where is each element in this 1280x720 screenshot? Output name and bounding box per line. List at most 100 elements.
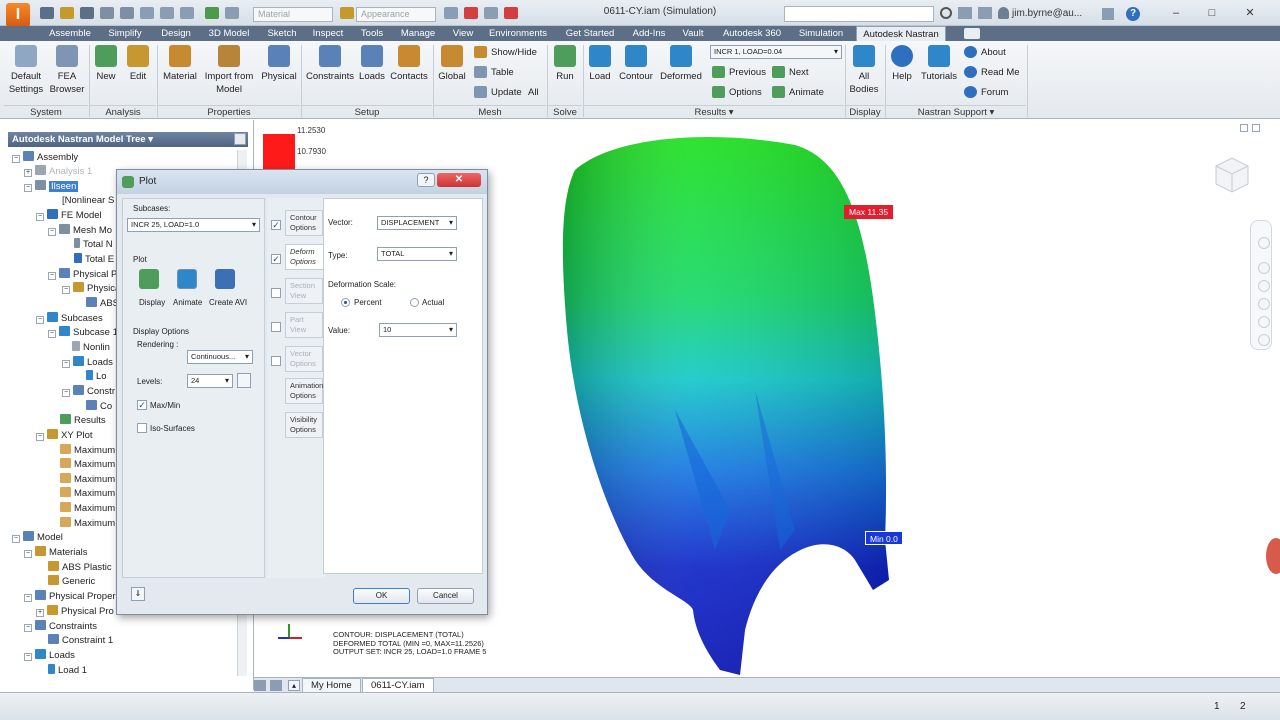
- tree-node[interactable]: − Physical Proper: [24, 590, 116, 604]
- tree-node[interactable]: Co: [86, 400, 112, 414]
- nav-menu-icon[interactable]: [1258, 334, 1270, 346]
- undo-icon[interactable]: [100, 7, 114, 19]
- tree-node[interactable]: − Mesh Mo: [48, 224, 112, 238]
- animate-plot-icon[interactable]: [177, 269, 197, 289]
- physical-button[interactable]: Physical: [260, 45, 298, 83]
- tab-get-started[interactable]: Get Started: [558, 26, 622, 41]
- exchange-icon[interactable]: [1102, 8, 1114, 20]
- collapse-icon[interactable]: −: [36, 433, 44, 441]
- doc-tab-my-home[interactable]: My Home: [302, 678, 361, 693]
- visibility-options-tab[interactable]: Visibility Options: [285, 412, 323, 438]
- expand-icon[interactable]: +: [36, 609, 44, 617]
- tab-3d-model[interactable]: 3D Model: [202, 26, 256, 41]
- collapse-icon[interactable]: −: [24, 184, 32, 192]
- ilogic-icon[interactable]: [504, 7, 518, 19]
- tab-simulation[interactable]: Simulation: [792, 26, 850, 41]
- tree-node[interactable]: − Constraints: [24, 620, 97, 634]
- viewport-home-icon[interactable]: [1240, 124, 1248, 132]
- tab-autodesk-360[interactable]: Autodesk 360: [716, 26, 788, 41]
- import-from-model-button[interactable]: Import from Model: [200, 45, 258, 96]
- tab-add-ins[interactable]: Add-Ins: [626, 26, 672, 41]
- deformed-button[interactable]: Deformed: [658, 45, 704, 83]
- tree-node[interactable]: − XY Plot: [36, 429, 93, 443]
- tab-options-icon[interactable]: [964, 28, 980, 39]
- tree-node[interactable]: Total N: [74, 238, 113, 252]
- tab-assemble[interactable]: Assemble: [44, 26, 96, 41]
- vector-options-checkbox[interactable]: [271, 356, 281, 366]
- tree-node[interactable]: Maximum: [60, 517, 115, 531]
- communication-icon[interactable]: [958, 7, 972, 19]
- tab-inspect[interactable]: Inspect: [308, 26, 348, 41]
- collapse-icon[interactable]: −: [24, 653, 32, 661]
- save-icon[interactable]: [80, 7, 94, 19]
- tree-node[interactable]: − Constr: [62, 385, 115, 399]
- appearance-combo[interactable]: Appearance: [356, 7, 436, 22]
- tab-autodesk-nastran[interactable]: Autodesk Nastran: [856, 26, 946, 41]
- help-button[interactable]: Help: [888, 45, 916, 83]
- tree-node[interactable]: Maximum: [60, 487, 115, 501]
- scale-value-input[interactable]: 10: [379, 323, 457, 337]
- contour-options-checkbox[interactable]: ✓: [271, 220, 281, 230]
- type-select[interactable]: TOTAL: [377, 247, 457, 261]
- constraints-button[interactable]: Constraints: [303, 45, 357, 83]
- tree-node[interactable]: − Assembly: [12, 151, 78, 165]
- run-button[interactable]: Run: [552, 45, 578, 83]
- panel-title-results[interactable]: Results ▾: [584, 105, 844, 118]
- loads-button[interactable]: Loads: [356, 45, 388, 83]
- levels-input[interactable]: 24: [187, 374, 233, 388]
- tree-node[interactable]: − Subcases: [36, 312, 103, 326]
- tab-manage[interactable]: Manage: [396, 26, 440, 41]
- collapse-icon[interactable]: −: [62, 286, 70, 294]
- part-view-tab[interactable]: Part View: [285, 312, 323, 338]
- tree-node[interactable]: Constraint 1: [48, 634, 113, 648]
- animation-options-tab[interactable]: Animation Options: [285, 378, 323, 404]
- display-plot-icon[interactable]: [139, 269, 159, 289]
- tree-node[interactable]: + Physical Pro: [36, 605, 114, 619]
- steering-wheel-icon[interactable]: [1258, 237, 1270, 249]
- minimize-button[interactable]: –: [1170, 8, 1182, 19]
- tab-vault[interactable]: Vault: [676, 26, 710, 41]
- new-analysis-button[interactable]: New: [92, 45, 120, 83]
- cascade-icon[interactable]: [270, 680, 282, 691]
- results-step-select[interactable]: INCR 1, LOAD=0.04: [710, 45, 842, 59]
- model-tree-header[interactable]: Autodesk Nastran Model Tree ▾: [8, 132, 248, 147]
- update-mesh-button[interactable]: Update: [474, 84, 522, 102]
- app-logo[interactable]: I: [6, 3, 30, 27]
- param-icon[interactable]: [484, 7, 498, 19]
- tree-node[interactable]: Maximum: [60, 444, 115, 458]
- collapse-icon[interactable]: −: [12, 535, 20, 543]
- search-icon[interactable]: [940, 7, 952, 19]
- actual-radio[interactable]: [410, 298, 419, 307]
- doc-tab-active[interactable]: 0611-CY.iam: [362, 678, 434, 693]
- contour-options-tab[interactable]: Contour Options: [285, 210, 323, 236]
- ok-button[interactable]: OK: [353, 588, 410, 604]
- maxmin-checkbox[interactable]: ✓: [137, 400, 147, 410]
- tab-design[interactable]: Design: [154, 26, 198, 41]
- subcase-select[interactable]: INCR 25, LOAD=1.0: [127, 218, 260, 232]
- maximize-button[interactable]: □: [1206, 8, 1218, 19]
- tree-node[interactable]: Results: [60, 414, 106, 428]
- orbit-icon[interactable]: [1258, 298, 1270, 310]
- tree-node[interactable]: Maximum: [60, 458, 115, 472]
- tree-node[interactable]: ABS: [86, 297, 119, 311]
- tree-node[interactable]: [Nonlinear S: [62, 194, 114, 208]
- part-view-checkbox[interactable]: [271, 322, 281, 332]
- dialog-help-button[interactable]: ?: [417, 173, 435, 187]
- viewcube[interactable]: [1208, 152, 1252, 196]
- load-results-button[interactable]: Load: [586, 45, 614, 83]
- about-button[interactable]: About: [964, 44, 1006, 62]
- display-label[interactable]: Display: [139, 298, 165, 307]
- pan-icon[interactable]: [1258, 262, 1270, 274]
- animate-label[interactable]: Animate: [173, 298, 202, 307]
- create-avi-icon[interactable]: [215, 269, 235, 289]
- tab-sketch[interactable]: Sketch: [260, 26, 304, 41]
- collapse-icon[interactable]: −: [36, 213, 44, 221]
- appearance-icon[interactable]: [340, 7, 354, 19]
- tree-options-icon[interactable]: [234, 133, 246, 145]
- expand-icon[interactable]: +: [24, 169, 32, 177]
- collapse-icon[interactable]: −: [62, 360, 70, 368]
- tab-tools[interactable]: Tools: [352, 26, 392, 41]
- measure-icon[interactable]: [225, 7, 239, 19]
- tree-node[interactable]: Maximum: [60, 502, 115, 516]
- redo-icon[interactable]: [120, 7, 134, 19]
